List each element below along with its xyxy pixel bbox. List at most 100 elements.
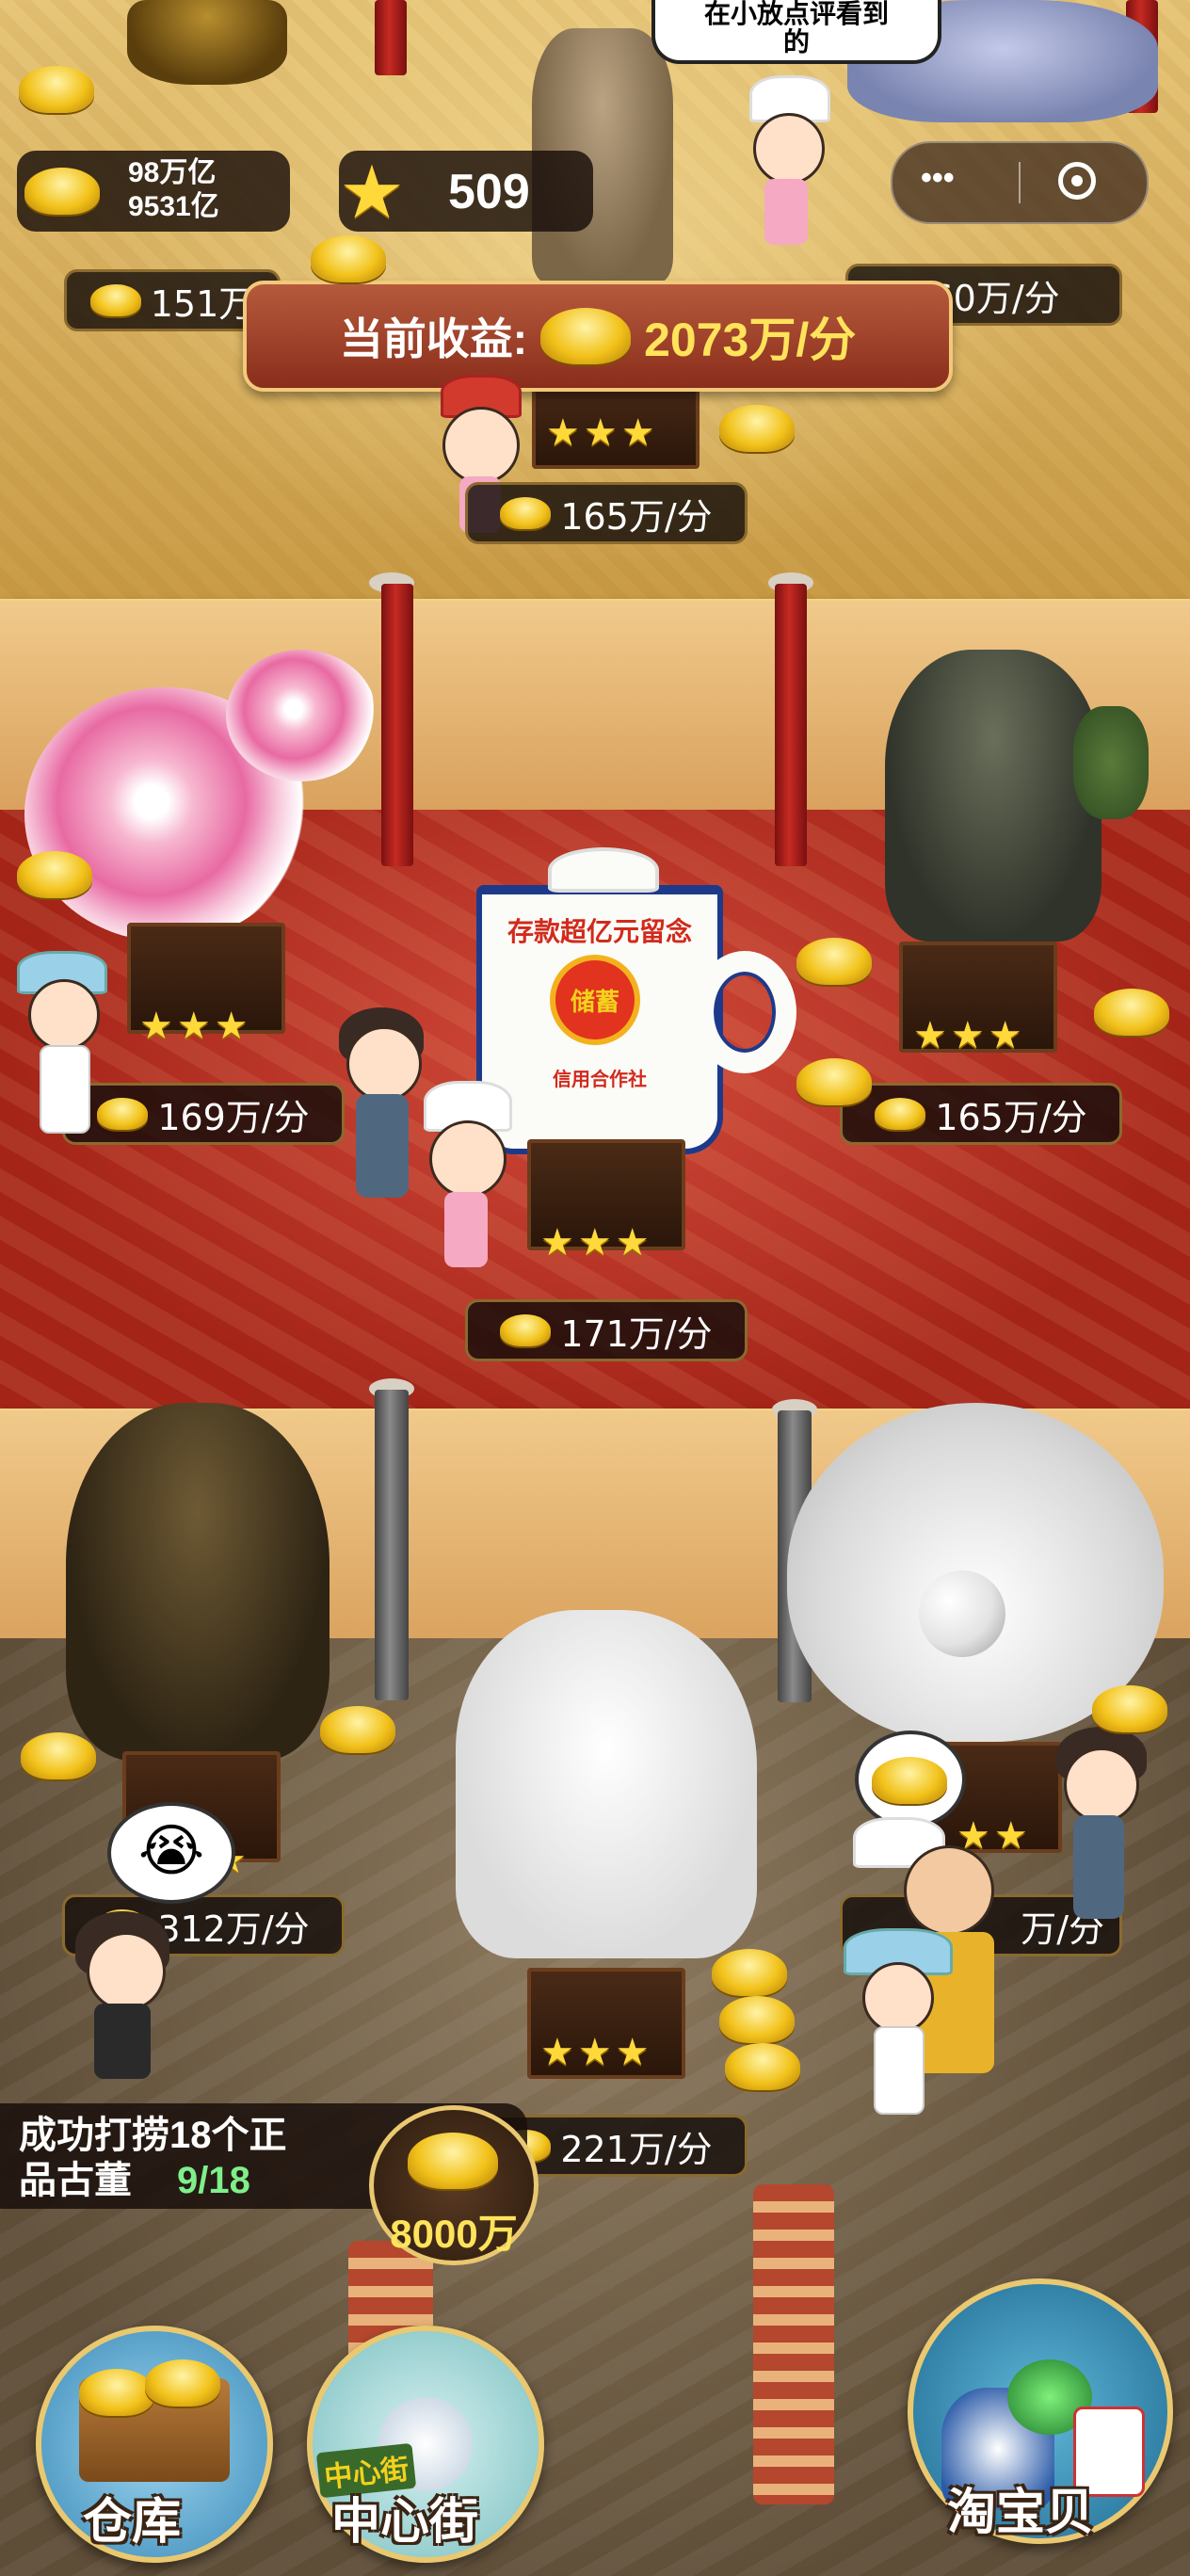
task-reward-button[interactable]: 8000万 — [369, 2105, 539, 2265]
ingot-speech-bubble — [855, 1731, 966, 1828]
star-rating: ★ ★ ★ — [139, 1007, 249, 1045]
red-pillar — [775, 584, 807, 866]
income-pill: 165万/分 — [465, 482, 748, 544]
income-rate: 312万/分 — [157, 1908, 310, 1950]
golden-bust-artifact[interactable] — [127, 0, 287, 85]
jade-peony-small — [226, 650, 377, 781]
star-icon: ★ — [540, 1221, 574, 1264]
gold-ingot-pickup[interactable] — [320, 1706, 395, 1753]
gold-ingot-pickup[interactable] — [1094, 989, 1169, 1036]
star-icon: ★ — [993, 1814, 1028, 1858]
gold-ingot-icon — [24, 168, 100, 215]
chef-uniform — [874, 2026, 925, 2115]
income-rate: 171万/分 — [560, 1312, 713, 1355]
chef-character[interactable] — [753, 113, 825, 185]
gold-ingot-pickup[interactable] — [725, 2043, 800, 2090]
chef-character[interactable] — [442, 407, 520, 484]
star-icon: ★ — [577, 1221, 612, 1264]
star-icon: ★ — [615, 2031, 650, 2074]
bronze-censer-artifact[interactable] — [885, 650, 1102, 942]
gold-ingot-icon — [875, 1098, 926, 1130]
gold-ingot-icon — [872, 1757, 947, 1804]
gold-ingot-pickup[interactable] — [311, 235, 386, 282]
star-icon: ★ — [620, 411, 655, 455]
gold-ingot-pickup[interactable] — [1092, 1685, 1167, 1732]
gold-ingot-pickup[interactable] — [796, 1058, 872, 1105]
star-icon: ★ — [583, 411, 618, 455]
bronze-bodhisattva-artifact[interactable] — [66, 1403, 330, 1761]
mug-org: 信用合作社 — [553, 1070, 647, 1090]
task-progress: 9/18 — [177, 2160, 250, 2201]
gold-counter[interactable]: 98万亿 9531亿 — [17, 151, 290, 232]
star-counter[interactable]: ★ 509 — [339, 151, 593, 232]
visitor-outfit — [94, 2004, 151, 2079]
star-icon: ★ — [988, 1014, 1022, 1057]
gold-ingot-icon — [408, 2133, 498, 2189]
star-rating: ★ ★ ★ — [913, 1017, 1022, 1055]
boss-character[interactable] — [904, 1845, 994, 1936]
more-menu-button[interactable]: ••• — [921, 160, 955, 197]
mug-seal-emblem: 储蓄 — [550, 955, 640, 1045]
warehouse-label[interactable]: 仓库 — [83, 2482, 181, 2552]
star-icon: ★ — [339, 151, 405, 235]
porcelain-elephant-artifact[interactable] — [456, 1610, 757, 1958]
star-rating: ★ ★ ★ — [540, 2034, 650, 2071]
mug-lid — [548, 847, 659, 893]
gold-ingot-pickup[interactable] — [19, 66, 94, 113]
fish-chef-character[interactable] — [28, 979, 100, 1051]
fish-chef-character[interactable] — [862, 1962, 934, 2034]
star-amount: 509 — [448, 165, 530, 219]
chef-character[interactable] — [429, 1120, 507, 1198]
bonsai-decoration — [1073, 706, 1149, 819]
gold-ingot-pickup[interactable] — [796, 938, 872, 985]
gold-ingot-pickup[interactable] — [719, 1996, 795, 2043]
star-icon: ★ — [577, 2031, 612, 2074]
mini-program-capsule: ••• — [891, 141, 1149, 224]
gold-ingot-icon — [79, 2369, 154, 2416]
gold-ingot-pickup[interactable] — [712, 1949, 787, 1996]
coat — [1073, 1815, 1124, 1919]
stone-pillar — [375, 1390, 409, 1700]
chef-uniform — [40, 1045, 90, 1134]
income-pill: 169万/分 — [62, 1083, 345, 1145]
gold-ingot-icon — [500, 497, 552, 529]
enamel-mug-artifact[interactable]: 存款超亿元留念 储蓄 信用合作社 — [476, 847, 723, 1154]
star-icon: ★ — [176, 1005, 211, 1048]
star-icon: ★ — [139, 1005, 173, 1048]
mug-seal-text: 储蓄 — [570, 988, 619, 1017]
income-rate: 165万/分 — [560, 495, 713, 538]
gold-amount-line2: 9531亿 — [128, 191, 219, 222]
task-title-line2: 品古董 — [19, 2160, 132, 2201]
coat — [356, 1094, 409, 1198]
apron — [444, 1192, 488, 1267]
target-icon — [1071, 175, 1083, 186]
income-pill: 171万/分 — [465, 1299, 748, 1361]
star-icon: ★ — [214, 1005, 249, 1048]
star-icon: ★ — [913, 1014, 947, 1057]
gold-ingot-pickup[interactable] — [719, 405, 795, 452]
gold-ingot-pickup[interactable] — [21, 1732, 96, 1779]
close-target-button[interactable] — [1058, 162, 1096, 200]
task-title-line1: 成功打捞18个正 — [19, 2115, 287, 2156]
star-rating: ★ ★ ★ — [540, 1224, 650, 1262]
visitor-character[interactable] — [87, 1932, 166, 2011]
gold-ingot-icon — [97, 1098, 149, 1130]
apron — [764, 179, 808, 245]
task-reward-amount: 8000万 — [390, 2212, 518, 2256]
gold-ingot-pickup[interactable] — [17, 851, 92, 898]
income-pill: 165万/分 — [840, 1083, 1122, 1145]
red-pillar — [375, 0, 407, 75]
mug-slogan: 存款超亿元留念 — [507, 917, 692, 946]
gold-ingot-icon — [145, 2359, 220, 2407]
customer-character[interactable] — [1064, 1747, 1139, 1823]
customer-character[interactable] — [346, 1026, 422, 1102]
star-icon: ★ — [950, 1014, 985, 1057]
treasure-hunt-label[interactable]: 淘宝贝 — [947, 2472, 1094, 2543]
star-icon: ★ — [615, 1221, 650, 1264]
center-street-label[interactable]: 中心街 — [331, 2482, 478, 2552]
gold-ingot-icon — [89, 284, 141, 316]
star-rating: ★ ★ ★ — [546, 414, 655, 452]
red-pillar — [381, 584, 413, 866]
earnings-label: 当前收益: — [339, 314, 528, 363]
gold-amount-line1: 98万亿 — [128, 157, 217, 188]
